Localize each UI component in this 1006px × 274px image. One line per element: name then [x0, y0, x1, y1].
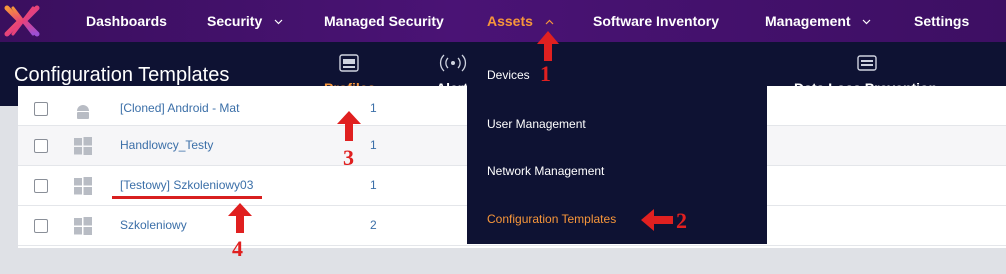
- top-navigation-bar: Dashboards Security Managed Security Ass…: [0, 0, 1006, 42]
- row-checkbox[interactable]: [34, 139, 48, 153]
- nav-software-inventory[interactable]: Software Inventory: [593, 0, 719, 42]
- annotation-underline: [112, 196, 262, 199]
- profile-count[interactable]: 1: [370, 178, 377, 192]
- nav-managed-security[interactable]: Managed Security: [324, 0, 444, 42]
- menu-item-configuration-templates[interactable]: Configuration Templates: [487, 212, 616, 226]
- windows-icon: [74, 177, 92, 195]
- nav-security[interactable]: Security: [207, 0, 283, 42]
- chevron-down-icon: [274, 19, 283, 25]
- row-checkbox[interactable]: [34, 219, 48, 233]
- menu-item-network-management[interactable]: Network Management: [487, 164, 604, 178]
- windows-icon: [74, 137, 92, 155]
- arrow-up-icon: [537, 31, 559, 61]
- step-number-3: 3: [343, 145, 354, 170]
- step-number-1: 1: [540, 61, 551, 86]
- page-title: Configuration Templates: [14, 64, 230, 86]
- menu-item-devices[interactable]: Devices: [487, 68, 530, 82]
- row-checkbox[interactable]: [34, 179, 48, 193]
- nav-settings[interactable]: Settings: [914, 0, 969, 42]
- arrow-left-icon: [641, 209, 673, 231]
- profile-count[interactable]: 2: [370, 218, 377, 232]
- arrow-up-icon: [228, 203, 252, 233]
- nav-dashboards[interactable]: Dashboards: [86, 0, 167, 42]
- profile-count[interactable]: 1: [370, 138, 377, 152]
- broadcast-icon: [439, 54, 467, 72]
- profile-name-link[interactable]: [Testowy] Szkoleniowy03: [120, 178, 253, 192]
- profile-count[interactable]: 1: [370, 101, 377, 115]
- windows-icon: [74, 217, 92, 235]
- assets-dropdown-menu: Devices User Management Network Manageme…: [467, 42, 767, 244]
- menu-item-user-management[interactable]: User Management: [487, 117, 586, 131]
- chevron-down-icon: [863, 19, 871, 25]
- logo-icon[interactable]: [3, 4, 41, 38]
- profiles-icon: [339, 54, 359, 72]
- row-checkbox[interactable]: [34, 102, 48, 116]
- keyboard-icon: [857, 55, 877, 71]
- arrow-up-icon: [337, 111, 361, 141]
- step-number-2: 2: [676, 208, 687, 233]
- profile-name-link[interactable]: Szkoleniowy: [120, 218, 187, 232]
- profile-name-link[interactable]: [Cloned] Android - Mat: [120, 101, 239, 115]
- nav-management[interactable]: Management: [765, 0, 871, 42]
- profile-name-link[interactable]: Handlowcy_Testy: [120, 138, 213, 152]
- chevron-up-icon: [545, 19, 554, 25]
- step-number-4: 4: [232, 236, 243, 261]
- android-icon: [77, 105, 89, 119]
